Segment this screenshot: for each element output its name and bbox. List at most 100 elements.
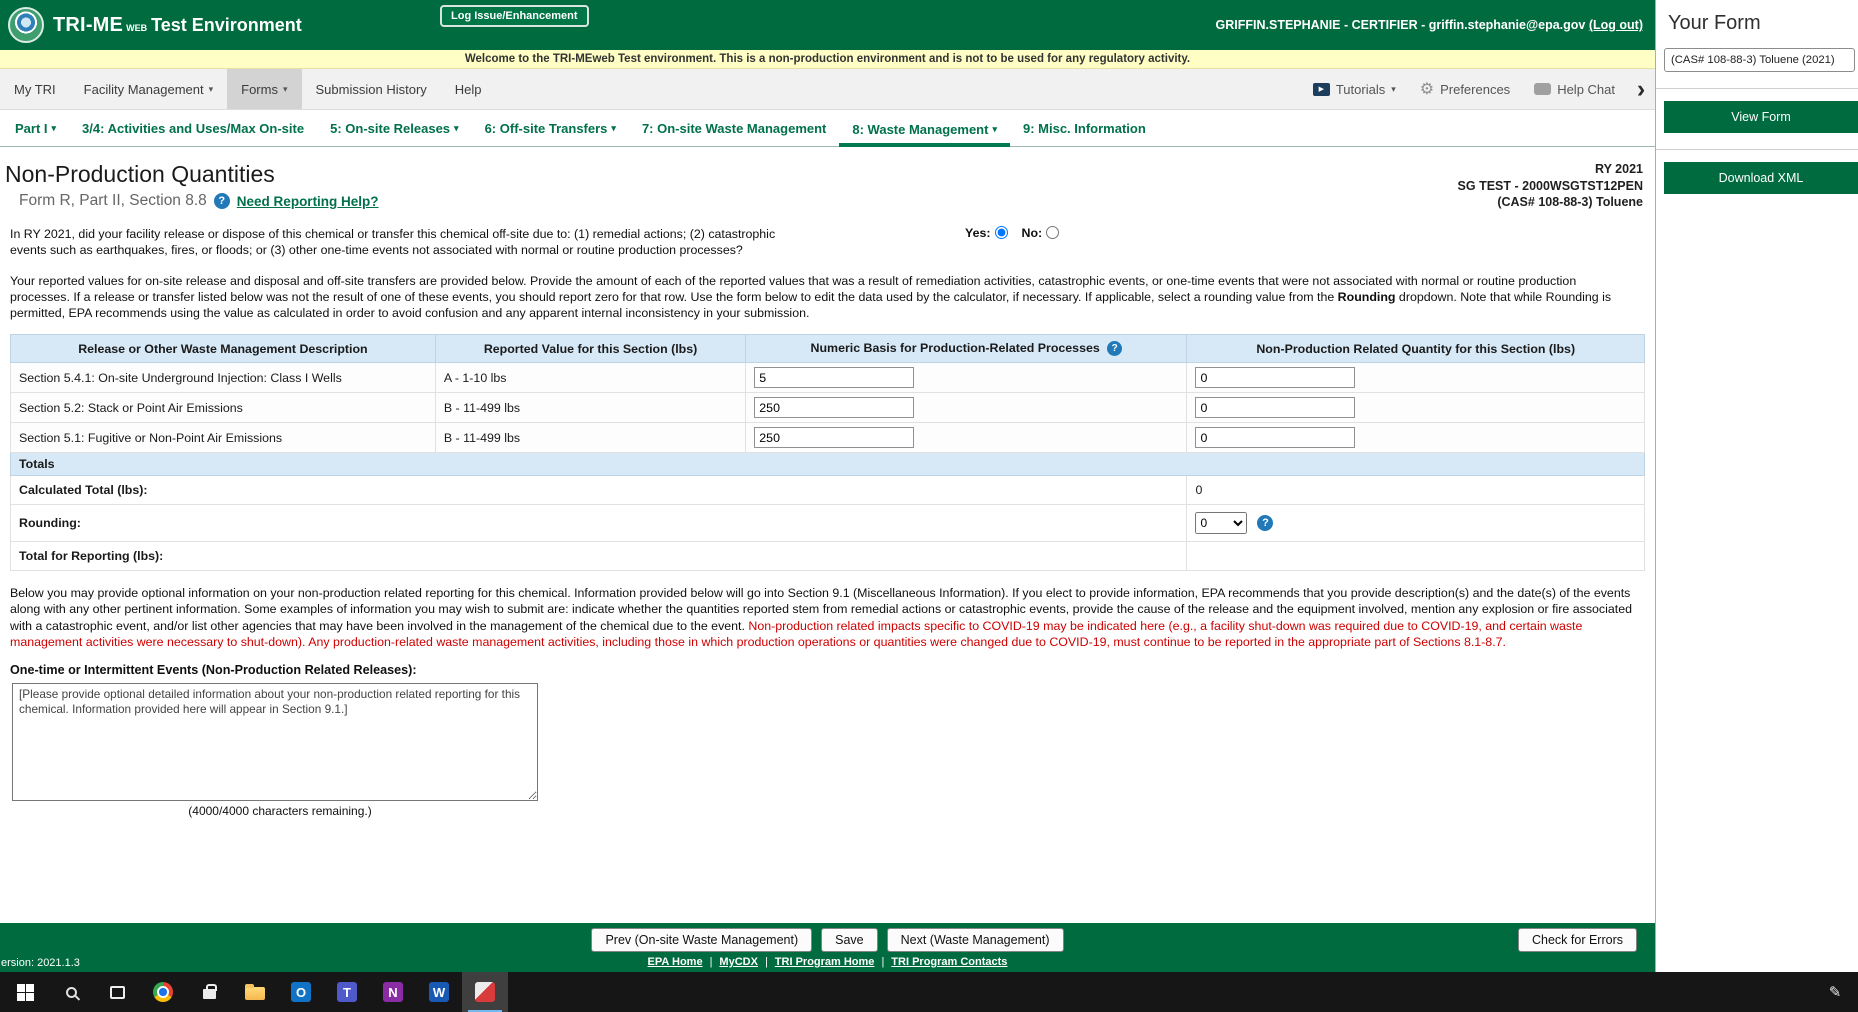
header-non-production-qty: Non-Production Related Quantity for this… <box>1187 335 1645 363</box>
nav-item-forms[interactable]: Forms ▾ <box>227 69 301 109</box>
separator: | <box>765 956 768 968</box>
page-subtitle: Form R, Part II, Section 8.8 <box>19 192 207 210</box>
chevron-down-icon: ▾ <box>209 85 214 94</box>
taskbar-active-app-button[interactable] <box>462 972 508 1012</box>
reported-value-cell: A - 1-10 lbs <box>435 363 745 393</box>
taskbar-chrome-button[interactable] <box>140 972 186 1012</box>
task-view-icon <box>110 986 125 999</box>
nav-item-preferences[interactable]: ⚙ Preferences <box>1408 69 1522 109</box>
numeric-basis-help-icon[interactable] <box>1107 341 1122 356</box>
save-button[interactable]: Save <box>821 928 878 952</box>
nav-item-help[interactable]: Help <box>441 69 496 109</box>
windows-taskbar: O T N W ✎ <box>0 972 1858 1012</box>
footer-link-tri-program-home[interactable]: TRI Program Home <box>775 956 875 968</box>
numeric-basis-input[interactable] <box>754 367 914 388</box>
non-production-qty-input[interactable] <box>1195 367 1355 388</box>
tab-activities-uses-max-onsite[interactable]: 3/4: Activities and Uses/Max On-site <box>69 121 317 146</box>
help-icon[interactable] <box>214 193 230 209</box>
next-button[interactable]: Next (Waste Management) <box>887 928 1064 952</box>
totals-label: Totals <box>11 453 1645 476</box>
expand-chevron-icon[interactable]: › <box>1627 75 1655 104</box>
play-icon: ▶ <box>1319 85 1324 93</box>
taskbar-outlook-button[interactable]: O <box>278 972 324 1012</box>
taskbar-file-explorer-button[interactable] <box>232 972 278 1012</box>
events-label: One-time or Intermittent Events (Non-Pro… <box>0 650 1655 677</box>
description-cell: Section 5.2: Stack or Point Air Emission… <box>11 393 436 423</box>
separator: | <box>710 956 713 968</box>
page-head: Non-Production Quantities Form R, Part I… <box>0 147 1655 211</box>
numeric-basis-cell <box>746 423 1187 453</box>
active-app-icon <box>475 982 495 1002</box>
rounding-help-icon[interactable] <box>1257 515 1273 531</box>
taskbar-onenote-button[interactable]: N <box>370 972 416 1012</box>
no-label: No: <box>1022 226 1043 240</box>
one-time-event-question: In RY 2021, did your facility release or… <box>0 211 1655 259</box>
taskbar-teams-button[interactable]: T <box>324 972 370 1012</box>
totals-row: Totals <box>11 453 1645 476</box>
footer-link-epa-home[interactable]: EPA Home <box>648 956 703 968</box>
check-for-errors-button[interactable]: Check for Errors <box>1518 928 1637 952</box>
app-window: TRI-ME WEB Test Environment Log Issue/En… <box>0 0 1858 972</box>
nav-item-my-tri[interactable]: My TRI <box>0 69 70 109</box>
footer-buttons: Prev (On-site Waste Management) Save Nex… <box>0 928 1655 952</box>
chevron-down-icon: ▾ <box>611 124 616 133</box>
non-production-table: Release or Other Waste Management Descri… <box>10 334 1645 571</box>
download-xml-button[interactable]: Download XML <box>1664 162 1858 194</box>
header-numeric-basis: Numeric Basis for Production-Related Pro… <box>746 335 1187 363</box>
app-title: TRI-ME WEB Test Environment <box>53 14 302 37</box>
description-cell: Section 5.1: Fugitive or Non-Point Air E… <box>11 423 436 453</box>
reported-value-cell: B - 11-499 lbs <box>435 423 745 453</box>
test-environment-notice: Welcome to the TRI-MEweb Test environmen… <box>0 50 1655 69</box>
rounding-label: Rounding: <box>11 505 1187 542</box>
rounding-select[interactable]: 0 <box>1195 512 1247 534</box>
events-textarea[interactable] <box>12 683 538 801</box>
log-issue-button[interactable]: Log Issue/Enhancement <box>440 5 589 27</box>
task-view-button[interactable] <box>94 972 140 1012</box>
total-for-reporting-row: Total for Reporting (lbs): <box>11 542 1645 571</box>
version-text: ersion: 2021.1.3 <box>1 957 80 969</box>
question-answer: Yes: No: <box>965 226 1061 240</box>
rounding-cell: 0 <box>1187 505 1645 542</box>
non-production-qty-input[interactable] <box>1195 397 1355 418</box>
non-production-qty-cell <box>1187 393 1645 423</box>
nav-item-tutorials[interactable]: ▶ Tutorials ▾ <box>1301 69 1408 109</box>
non-production-qty-input[interactable] <box>1195 427 1355 448</box>
chat-icon <box>1534 83 1551 95</box>
tab-label: 3/4: Activities and Uses/Max On-site <box>82 121 304 136</box>
teams-icon: T <box>337 982 357 1002</box>
chevron-down-icon: ▾ <box>992 125 997 134</box>
app-header: TRI-ME WEB Test Environment Log Issue/En… <box>0 0 1655 50</box>
nav-item-help-chat[interactable]: Help Chat <box>1522 69 1627 109</box>
form-section-tabs: Part I ▾ 3/4: Activities and Uses/Max On… <box>0 110 1655 147</box>
nav-item-submission-history[interactable]: Submission History <box>302 69 441 109</box>
footer-link-tri-program-contacts[interactable]: TRI Program Contacts <box>891 956 1007 968</box>
nav-item-facility-management[interactable]: Facility Management ▾ <box>70 69 227 109</box>
taskbar-store-button[interactable] <box>186 972 232 1012</box>
numeric-basis-input[interactable] <box>754 427 914 448</box>
tab-offsite-transfers[interactable]: 6: Off-site Transfers ▾ <box>472 121 629 146</box>
tab-misc-information[interactable]: 9: Misc. Information <box>1010 121 1159 146</box>
epa-logo <box>8 7 44 43</box>
nav-label: Facility Management <box>84 82 204 97</box>
no-radio[interactable] <box>1046 226 1059 239</box>
tab-waste-management[interactable]: 8: Waste Management ▾ <box>839 122 1010 147</box>
footer-links: EPA Home | MyCDX | TRI Program Home | TR… <box>0 956 1655 968</box>
nav-label: Submission History <box>316 82 427 97</box>
tab-onsite-releases[interactable]: 5: On-site Releases ▾ <box>317 121 471 146</box>
tab-part-1[interactable]: Part I ▾ <box>2 121 69 146</box>
footer-link-mycdx[interactable]: MyCDX <box>719 956 758 968</box>
taskbar-word-button[interactable]: W <box>416 972 462 1012</box>
need-reporting-help-link[interactable]: Need Reporting Help? <box>237 194 379 209</box>
numeric-basis-input[interactable] <box>754 397 914 418</box>
tab-onsite-waste-management[interactable]: 7: On-site Waste Management <box>629 121 839 146</box>
numeric-basis-cell <box>746 363 1187 393</box>
taskbar-search-button[interactable] <box>48 972 94 1012</box>
yes-radio[interactable] <box>995 226 1008 239</box>
start-button[interactable] <box>2 972 48 1012</box>
form-selector[interactable]: (CAS# 108-88-3) Toluene (2021) <box>1664 48 1855 72</box>
view-form-button[interactable]: View Form <box>1664 101 1858 133</box>
brand-web-label: WEB <box>126 23 147 33</box>
windows-ink-button[interactable]: ✎ <box>1818 972 1852 1012</box>
prev-button[interactable]: Prev (On-site Waste Management) <box>591 928 812 952</box>
logout-link[interactable]: (Log out) <box>1589 18 1643 32</box>
